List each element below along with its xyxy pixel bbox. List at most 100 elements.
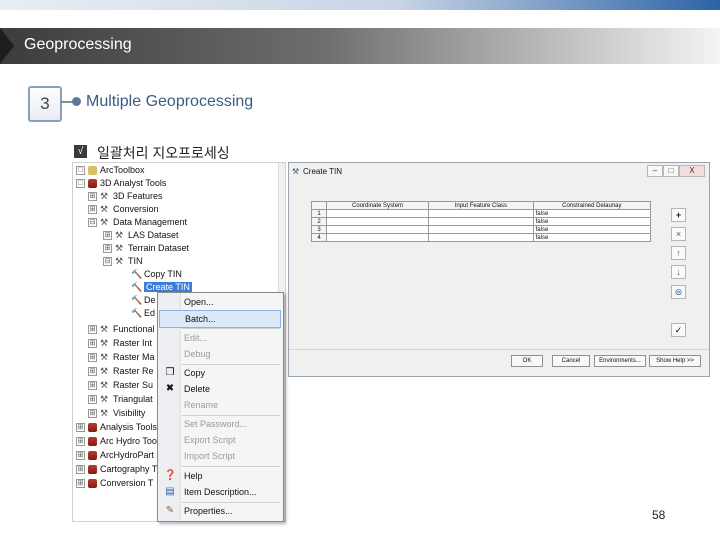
environments-button[interactable]: Environments... bbox=[594, 355, 646, 367]
menu-item-copy[interactable]: ❐ Copy bbox=[159, 365, 281, 381]
column-header[interactable]: Input Feature Class bbox=[428, 201, 534, 210]
tree-item-data-management[interactable]: ⊟ ⚒ Data Management bbox=[88, 216, 187, 229]
maximize-button[interactable]: □ bbox=[663, 165, 679, 177]
coordinate-system-cell[interactable] bbox=[325, 233, 430, 242]
coordinate-system-cell[interactable] bbox=[325, 209, 430, 218]
move-up-button[interactable]: ↑ bbox=[671, 246, 686, 260]
column-header[interactable]: Coordinate System bbox=[325, 201, 430, 210]
close-button[interactable]: X bbox=[679, 165, 705, 177]
tree-item-triangulat[interactable]: ⊞ ⚒ Triangulat bbox=[88, 393, 153, 406]
expand-icon[interactable]: ⊞ bbox=[103, 231, 112, 241]
input-feature-class-cell[interactable] bbox=[428, 209, 534, 218]
collapse-icon[interactable]: □ bbox=[76, 166, 85, 176]
menu-item-delete[interactable]: ✖ Delete bbox=[159, 381, 281, 397]
menu-item-debug[interactable]: Debug bbox=[159, 346, 281, 362]
tool-hammer-icon: 🔨 bbox=[131, 308, 143, 318]
constrained-delaunay-cell[interactable]: false bbox=[532, 209, 652, 218]
constrained-delaunay-cell[interactable]: false bbox=[532, 217, 652, 226]
toolset-icon: ⚒ bbox=[100, 217, 109, 227]
tree-item-conversion[interactable]: ⊞ ⚒ Conversion bbox=[88, 203, 159, 216]
tree-item-raster-su[interactable]: ⊞ ⚒ Raster Su bbox=[88, 379, 153, 392]
tree-item-copy-tin[interactable]: 🔨 Copy TIN bbox=[131, 268, 182, 281]
tree-item-ed[interactable]: 🔨 Ed bbox=[131, 307, 155, 320]
menu-item-item-description[interactable]: ▤ Item Description... bbox=[159, 484, 281, 500]
tree-item-visibility[interactable]: ⊞ ⚒ Visibility bbox=[88, 407, 145, 420]
menu-item-batch[interactable]: Batch... bbox=[159, 310, 281, 328]
menu-item-set-password[interactable]: Set Password... bbox=[159, 416, 281, 432]
tree-item-3d-analyst[interactable]: □ 3D Analyst Tools bbox=[76, 177, 166, 190]
menu-item-open[interactable]: Open... bbox=[159, 294, 281, 310]
cancel-button[interactable]: Cancel bbox=[552, 355, 590, 367]
coordinate-system-cell[interactable] bbox=[325, 225, 430, 234]
input-feature-class-cell[interactable] bbox=[428, 217, 534, 226]
toolbox-icon bbox=[88, 451, 97, 461]
tree-item-de[interactable]: 🔨 De bbox=[131, 294, 156, 307]
column-header[interactable]: Constrained Delaunay bbox=[532, 201, 652, 210]
expand-icon[interactable]: ⊞ bbox=[76, 423, 85, 433]
coordinate-system-cell[interactable] bbox=[325, 217, 430, 226]
input-feature-class-cell[interactable] bbox=[428, 225, 534, 234]
expand-icon[interactable]: ⊞ bbox=[88, 409, 97, 419]
row-number[interactable]: 3 bbox=[311, 225, 327, 234]
tree-item-tin[interactable]: ⊟ ⚒ TIN bbox=[103, 255, 143, 268]
menu-item-edit[interactable]: Edit... bbox=[159, 330, 281, 346]
remove-row-button[interactable]: × bbox=[671, 227, 686, 241]
expand-icon[interactable]: ⊞ bbox=[88, 325, 97, 335]
expand-icon[interactable]: ⊞ bbox=[76, 437, 85, 447]
tree-item-arctoolbox[interactable]: □ ArcToolbox bbox=[76, 164, 145, 177]
expand-icon[interactable]: ⊞ bbox=[88, 381, 97, 391]
expand-icon[interactable]: ⊞ bbox=[76, 465, 85, 475]
minimize-button[interactable]: – bbox=[647, 165, 663, 177]
show-help-button[interactable]: Show Help >> bbox=[649, 355, 701, 367]
menu-item-import-script[interactable]: Import Script bbox=[159, 448, 281, 464]
tree-item-functional[interactable]: ⊞ ⚒ Functional bbox=[88, 323, 155, 336]
toolset-icon: ⚒ bbox=[100, 408, 109, 418]
constrained-delaunay-cell[interactable]: false bbox=[532, 225, 652, 234]
menu-item-properties[interactable]: ✎ Properties... bbox=[159, 503, 281, 519]
input-feature-class-cell[interactable] bbox=[428, 233, 534, 242]
collapse-icon[interactable]: ⊟ bbox=[88, 218, 97, 228]
expand-icon[interactable]: ⊞ bbox=[88, 367, 97, 377]
row-number[interactable]: 2 bbox=[311, 217, 327, 226]
move-down-button[interactable]: ↓ bbox=[671, 265, 686, 279]
expand-icon[interactable]: ⊞ bbox=[88, 353, 97, 363]
collapse-icon[interactable]: □ bbox=[76, 179, 85, 189]
tree-item-raster-int[interactable]: ⊞ ⚒ Raster Int bbox=[88, 337, 152, 350]
toolset-icon: ⚒ bbox=[100, 191, 109, 201]
row-number[interactable]: 1 bbox=[311, 209, 327, 218]
check-values-button[interactable]: ✓ bbox=[671, 323, 686, 337]
menu-item-export-script[interactable]: Export Script bbox=[159, 432, 281, 448]
expand-icon[interactable]: ⊞ bbox=[76, 479, 85, 489]
expand-icon[interactable]: ⊞ bbox=[88, 192, 97, 202]
tree-item-raster-re[interactable]: ⊞ ⚒ Raster Re bbox=[88, 365, 154, 378]
expand-icon[interactable]: ⊞ bbox=[103, 244, 112, 254]
tree-item-raster-ma[interactable]: ⊞ ⚒ Raster Ma bbox=[88, 351, 155, 364]
menu-item-help[interactable]: ❓ Help bbox=[159, 468, 281, 484]
section-banner: Geoprocessing bbox=[0, 28, 720, 64]
row-number[interactable]: 4 bbox=[311, 233, 327, 242]
constrained-delaunay-cell[interactable]: false bbox=[532, 233, 652, 242]
page-number: 58 bbox=[652, 508, 666, 522]
expand-icon[interactable]: ⊞ bbox=[88, 339, 97, 349]
add-row-button[interactable]: + bbox=[671, 208, 686, 222]
banner-arrow-icon bbox=[0, 28, 14, 64]
tree-item-archydropart[interactable]: ⊞ ArcHydroPart bbox=[76, 449, 154, 462]
checkmark-icon: √ bbox=[74, 145, 87, 158]
banner-title: Geoprocessing bbox=[24, 36, 132, 53]
tree-item-conversion-tools[interactable]: ⊞ Conversion T bbox=[76, 477, 153, 490]
browse-button[interactable]: ⊜ bbox=[671, 285, 686, 299]
ok-button[interactable]: OK bbox=[511, 355, 543, 367]
tree-item-las-dataset[interactable]: ⊞ ⚒ LAS Dataset bbox=[103, 229, 179, 242]
expand-icon[interactable]: ⊞ bbox=[88, 205, 97, 215]
expand-icon[interactable]: ⊞ bbox=[76, 451, 85, 461]
collapse-icon[interactable]: ⊟ bbox=[103, 257, 112, 267]
tree-item-analysis-tools[interactable]: ⊞ Analysis Tools bbox=[76, 421, 157, 434]
toolbox-icon bbox=[88, 423, 97, 433]
tree-item-cartography[interactable]: ⊞ Cartography T bbox=[76, 463, 157, 476]
toolbox-icon bbox=[88, 437, 97, 447]
tree-item-arc-hydro-tools[interactable]: ⊞ Arc Hydro Tools bbox=[76, 435, 163, 448]
tree-item-3d-features[interactable]: ⊞ ⚒ 3D Features bbox=[88, 190, 163, 203]
menu-item-rename[interactable]: Rename bbox=[159, 397, 281, 413]
expand-icon[interactable]: ⊞ bbox=[88, 395, 97, 405]
tree-item-terrain-dataset[interactable]: ⊞ ⚒ Terrain Dataset bbox=[103, 242, 189, 255]
